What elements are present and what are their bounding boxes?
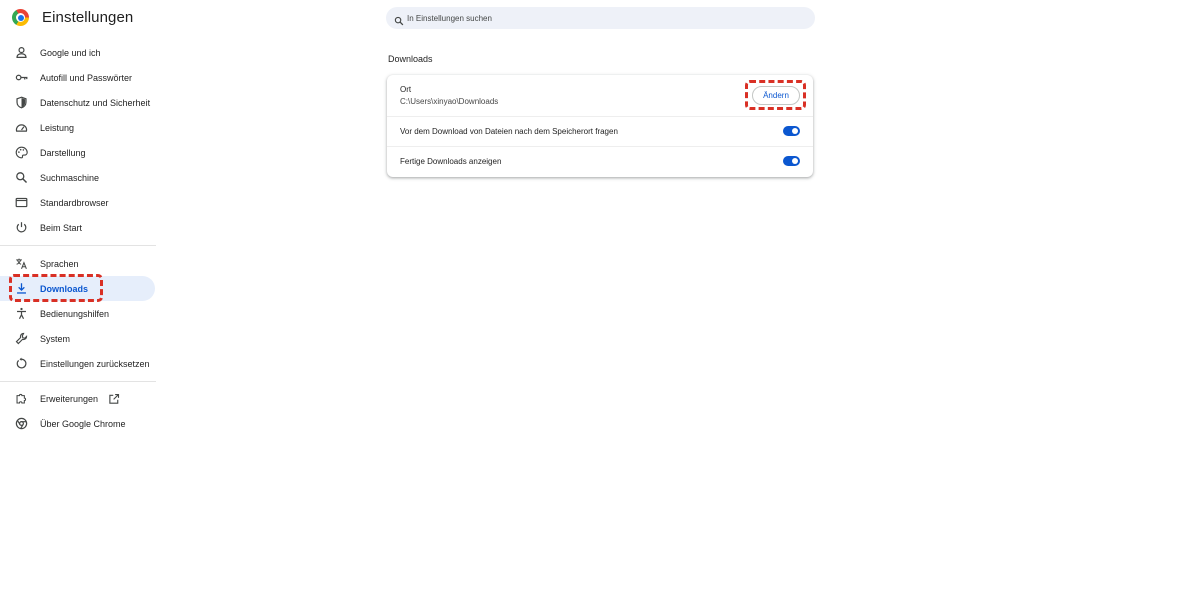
sidebar-item-system[interactable]: System [0, 326, 155, 351]
ask-location-toggle[interactable] [783, 126, 800, 136]
sidebar-divider [0, 245, 156, 246]
toggle-knob [792, 158, 798, 164]
person-icon [15, 46, 28, 59]
sidebar-item-label: Sprachen [40, 258, 79, 269]
sidebar-item-bedienungshilfen[interactable]: Bedienungshilfen [0, 301, 155, 326]
sidebar-item-autofill[interactable]: Autofill und Passwörter [0, 65, 155, 90]
sidebar-item-label: Downloads [40, 283, 89, 294]
location-label: Ort [400, 85, 412, 94]
external-link-icon [108, 392, 120, 404]
sidebar-item-erweiterungen[interactable]: Erweiterungen [0, 386, 155, 411]
location-path: C:\Users\xinyao\Downloads [400, 97, 499, 106]
location-row: Ort C:\Users\xinyao\Downloads [387, 75, 813, 116]
page-title: Einstellungen [42, 9, 134, 26]
sidebar-item-label: Bedienungshilfen [40, 308, 110, 319]
sidebar-item-sprachen[interactable]: Sprachen [0, 251, 155, 276]
reset-icon [15, 357, 28, 370]
sidebar-item-label: Über Google Chrome [40, 418, 126, 429]
sidebar: Einstellungen Google und ich Autofill un… [0, 0, 156, 596]
sidebar-item-beim-start[interactable]: Beim Start [0, 215, 155, 240]
search-input[interactable] [407, 11, 797, 25]
speedometer-icon [15, 121, 28, 134]
sidebar-item-label: Darstellung [40, 147, 86, 158]
puzzle-icon [15, 392, 28, 405]
sidebar-item-label: System [40, 333, 71, 344]
sidebar-item-label: Beim Start [40, 222, 83, 233]
show-finished-toggle[interactable] [783, 156, 800, 166]
sidebar-item-datenschutz[interactable]: Datenschutz und Sicherheit [0, 90, 155, 115]
sidebar-item-google-und-ich[interactable]: Google und ich [0, 40, 155, 65]
key-icon [15, 71, 28, 84]
sidebar-item-label: Autofill und Passwörter [40, 72, 133, 83]
sidebar-item-label: Datenschutz und Sicherheit [40, 97, 151, 108]
sidebar-item-label: Leistung [40, 122, 75, 133]
brand: Einstellungen [12, 9, 133, 26]
sidebar-divider [0, 381, 156, 382]
search-icon [15, 171, 28, 184]
toggle-knob [792, 128, 798, 134]
sidebar-item-leistung[interactable]: Leistung [0, 115, 155, 140]
chrome-icon [15, 417, 28, 430]
accessibility-icon [15, 307, 28, 320]
ask-location-row[interactable]: Vor dem Download von Dateien nach dem Sp… [387, 117, 813, 147]
sidebar-item-label: Einstellungen zurücksetzen [40, 358, 150, 369]
sidebar-item-label: Google und ich [40, 47, 101, 58]
download-icon [15, 282, 28, 295]
sidebar-item-label: Suchmaschine [40, 172, 100, 183]
wrench-icon [15, 332, 28, 345]
sidebar-item-label: Standardbrowser [40, 197, 109, 208]
section-title: Downloads [388, 54, 433, 64]
power-icon [15, 221, 28, 234]
sidebar-item-downloads[interactable]: Downloads [0, 276, 155, 301]
ask-location-label: Vor dem Download von Dateien nach dem Sp… [400, 127, 618, 136]
show-finished-row[interactable]: Fertige Downloads anzeigen [387, 147, 813, 177]
browser-window-icon [15, 196, 28, 209]
change-location-button[interactable]: Ändern [752, 86, 800, 105]
search-bar[interactable] [386, 7, 815, 29]
shield-icon [15, 96, 28, 109]
sidebar-item-standardbrowser[interactable]: Standardbrowser [0, 190, 155, 215]
search-icon [394, 13, 404, 26]
sidebar-item-ueber-chrome[interactable]: Über Google Chrome [0, 411, 155, 436]
sidebar-item-zuruecksetzen[interactable]: Einstellungen zurücksetzen [0, 351, 155, 376]
show-finished-label: Fertige Downloads anzeigen [400, 157, 502, 166]
sidebar-item-label: Erweiterungen [40, 393, 99, 404]
translate-icon [15, 257, 28, 270]
palette-icon [15, 146, 28, 159]
sidebar-item-darstellung[interactable]: Darstellung [0, 140, 155, 165]
downloads-card: Ort C:\Users\xinyao\Downloads Vor dem Do… [387, 75, 813, 177]
sidebar-item-suchmaschine[interactable]: Suchmaschine [0, 165, 155, 190]
chrome-logo-icon [12, 9, 29, 26]
